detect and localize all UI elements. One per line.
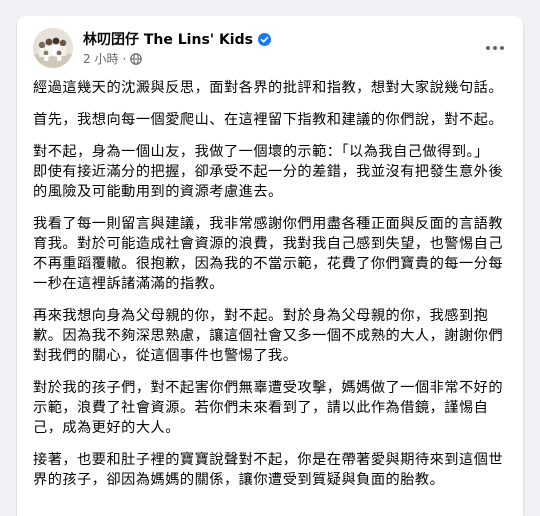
globe-icon[interactable] bbox=[130, 52, 143, 65]
post-paragraph: 經過這幾天的沈澱與反思，面對各界的批評和指教，想對大家說幾句話。 bbox=[33, 80, 504, 96]
post-header: 林叨囝仔 The Lins' Kids 2 小時 · bbox=[33, 28, 511, 68]
post-timestamp[interactable]: 2 小時 bbox=[83, 50, 118, 67]
post-body: 經過這幾天的沈澱與反思，面對各界的批評和指教，想對大家說幾句話。 首先，我想向每… bbox=[33, 78, 503, 502]
author-name-row: 林叨囝仔 The Lins' Kids bbox=[83, 29, 271, 49]
post-paragraph: 再來我想向身為父母親的你，對不起。對於身為父母親的你，我感到抱歉。因為我不夠深思… bbox=[33, 308, 504, 364]
more-options-button[interactable] bbox=[479, 32, 511, 64]
meta-separator: · bbox=[122, 51, 127, 66]
post-paragraph: 對不起，身為一個山友，我做了一個壞的示範：「以為我自己做得到。」即使有接近滿分的… bbox=[33, 144, 504, 200]
author-avatar[interactable] bbox=[33, 28, 73, 68]
post-paragraph: 接著，也要和肚子裡的寶寶說聲對不起，你是在帶著愛與期待來到這個世界的孩子，卻因為… bbox=[33, 452, 504, 488]
post-meta: 2 小時 · bbox=[83, 50, 143, 67]
post-paragraph: 我看了每一則留言與建議，我非常感謝你們用盡各種正面與反面的言語教育我。對於可能造… bbox=[33, 216, 504, 292]
verified-badge-icon bbox=[257, 32, 271, 46]
post-paragraph: 首先，我想向每一個愛爬山、在這裡留下指教和建議的你們說，對不起。 bbox=[33, 112, 504, 128]
post-card: 林叨囝仔 The Lins' Kids 2 小時 · 經過這幾天的沈澱與反思，面… bbox=[17, 16, 523, 516]
author-name[interactable]: 林叨囝仔 The Lins' Kids bbox=[83, 29, 253, 49]
more-options-icon bbox=[486, 46, 504, 50]
post-paragraph: 對於我的孩子們，對不起害你們無辜遭受攻擊，媽媽做了一個非常不好的示範，浪費了社會… bbox=[33, 380, 504, 436]
group-photo-avatar bbox=[33, 28, 73, 68]
